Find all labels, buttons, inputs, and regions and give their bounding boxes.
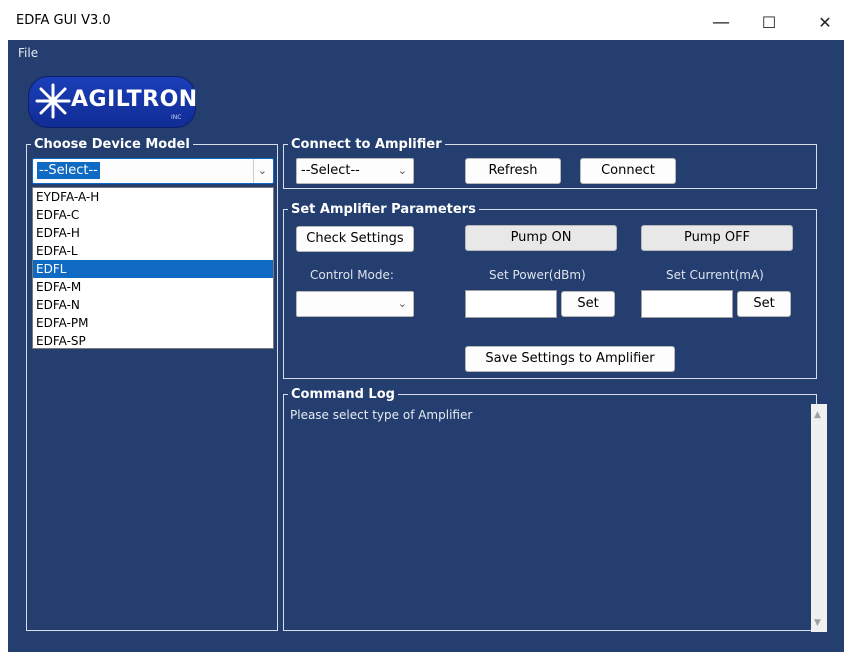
check-settings-button[interactable]: Check Settings — [296, 226, 414, 252]
pump-on-button[interactable]: Pump ON — [465, 225, 617, 251]
set-current-label: Set Current(mA) — [666, 268, 764, 282]
dropdown-option-edfa-n[interactable]: EDFA-N — [33, 296, 273, 314]
device-model-select[interactable]: --Select-- ⌄ — [32, 158, 274, 184]
control-mode-select[interactable]: ⌄ — [296, 291, 414, 317]
app-window: EDFA GUI V3.0 — ☐ ✕ File AGILTRON INC Ch… — [8, 4, 844, 660]
command-log-legend: Command Log — [291, 387, 395, 402]
log-scrollbar[interactable]: ▲ ▼ — [811, 404, 827, 632]
starburst-icon — [35, 83, 71, 119]
dropdown-option-edfa-h[interactable]: EDFA-H — [33, 224, 273, 242]
set-power-label: Set Power(dBm) — [489, 268, 586, 282]
dropdown-option-edfa-sp[interactable]: EDFA-SP — [33, 332, 273, 350]
close-button[interactable]: ✕ — [806, 8, 844, 36]
logo-text: AGILTRON — [71, 87, 198, 112]
port-selected: --Select-- — [301, 163, 360, 178]
refresh-button[interactable]: Refresh — [465, 158, 561, 184]
logo-inc: INC — [171, 114, 182, 121]
set-power-input[interactable] — [465, 290, 557, 318]
device-model-selected: --Select-- — [37, 162, 100, 179]
port-select[interactable]: --Select-- ⌄ — [296, 158, 414, 184]
connect-button[interactable]: Connect — [580, 158, 676, 184]
control-mode-label: Control Mode: — [310, 268, 394, 282]
chevron-down-icon[interactable]: ⌄ — [252, 159, 267, 183]
device-model-legend: Choose Device Model — [34, 137, 190, 152]
minimize-button[interactable]: — — [702, 8, 740, 36]
chevron-down-icon[interactable]: ⌄ — [398, 292, 407, 316]
command-log-group: Command Log — [283, 387, 817, 631]
parameters-legend: Set Amplifier Parameters — [291, 202, 476, 217]
pump-off-button[interactable]: Pump OFF — [641, 225, 793, 251]
window-title: EDFA GUI V3.0 — [16, 13, 111, 28]
set-current-input[interactable] — [641, 290, 733, 318]
title-bar: EDFA GUI V3.0 — ☐ ✕ — [8, 4, 844, 40]
set-power-button[interactable]: Set — [561, 291, 615, 317]
dropdown-option-edfa-l[interactable]: EDFA-L — [33, 242, 273, 260]
connect-legend: Connect to Amplifier — [291, 137, 442, 152]
device-model-dropdown: EYDFA-A-H EDFA-C EDFA-H EDFA-L EDFL EDFA… — [32, 187, 274, 349]
dropdown-option-edfa-c[interactable]: EDFA-C — [33, 206, 273, 224]
dropdown-option-edfl[interactable]: EDFL — [33, 260, 273, 278]
dropdown-option-edfa-pm[interactable]: EDFA-PM — [33, 314, 273, 332]
scroll-up-icon[interactable]: ▲ — [814, 410, 821, 420]
save-settings-button[interactable]: Save Settings to Amplifier — [465, 346, 675, 372]
command-log-text: Please select type of Amplifier — [290, 408, 473, 422]
dropdown-option-edfa-m[interactable]: EDFA-M — [33, 278, 273, 296]
main-panel: File AGILTRON INC Choose Device Model --… — [8, 40, 844, 652]
chevron-down-icon[interactable]: ⌄ — [398, 159, 407, 183]
scroll-down-icon[interactable]: ▼ — [814, 618, 821, 628]
agiltron-logo: AGILTRON INC — [28, 76, 198, 128]
dropdown-option-eydfa-a-h[interactable]: EYDFA-A-H — [33, 188, 273, 206]
set-current-button[interactable]: Set — [737, 291, 791, 317]
maximize-button[interactable]: ☐ — [750, 8, 788, 36]
menu-file[interactable]: File — [18, 46, 38, 60]
